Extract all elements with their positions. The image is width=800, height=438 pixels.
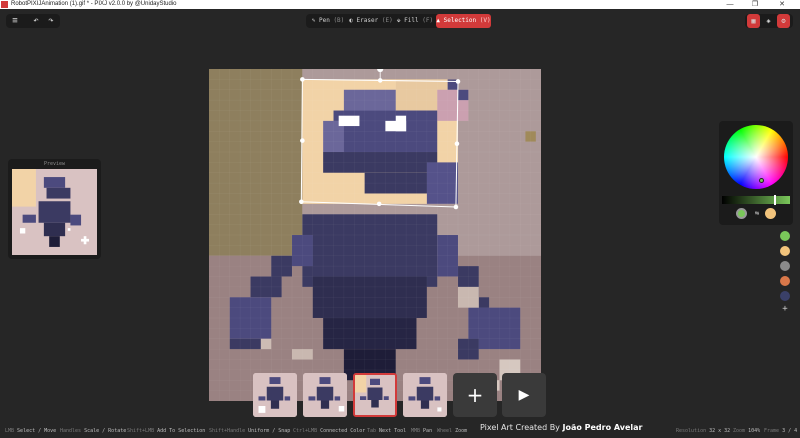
fill-icon: ⬙ bbox=[396, 17, 401, 24]
palette-swatch-gray[interactable] bbox=[780, 261, 790, 271]
frame-thumbnail[interactable] bbox=[403, 373, 447, 417]
play-icon: ▶ bbox=[518, 387, 530, 403]
status-hint: Ctrl+LMB Connected Color bbox=[293, 428, 366, 434]
status-hint: Shift+LMB Add To Selection bbox=[127, 428, 206, 434]
selection-tool-button[interactable]: ▲ Selection (V) bbox=[436, 14, 491, 28]
status-hint: MMB Pan bbox=[411, 428, 433, 434]
preview-label: Preview bbox=[43, 161, 66, 167]
left-toolbar-group: ≡ ↶ ↷ bbox=[6, 14, 60, 28]
add-frame-button[interactable]: + bbox=[453, 373, 497, 417]
menu-icon[interactable]: ≡ bbox=[9, 14, 21, 28]
status-hint: LMB Select / Move bbox=[5, 428, 57, 434]
pen-tool-button[interactable]: ✎ Pen (B) bbox=[310, 14, 346, 28]
status-hint: Wheel Zoom bbox=[437, 428, 468, 434]
play-animation-button[interactable]: ▶ bbox=[502, 373, 546, 417]
frame-thumbnail[interactable] bbox=[303, 373, 347, 417]
minimize-button[interactable]: — bbox=[720, 0, 740, 9]
maximize-button[interactable]: ❐ bbox=[745, 0, 765, 9]
palette-swatch-green[interactable] bbox=[780, 231, 790, 241]
status-hint: Tab Next Tool bbox=[367, 428, 407, 434]
close-button[interactable]: ✕ bbox=[772, 0, 792, 9]
primary-color-swatch[interactable] bbox=[736, 208, 747, 219]
app-icon bbox=[1, 1, 8, 8]
settings-icon[interactable]: ⚙ bbox=[777, 14, 790, 28]
right-toolbar-group: ▦ ◈ ⚙ bbox=[745, 14, 793, 28]
status-hint: Handles Scale / Rotate bbox=[60, 428, 127, 434]
redo-icon[interactable]: ↷ bbox=[45, 14, 57, 28]
frame-thumbnail[interactable] bbox=[253, 373, 297, 417]
pen-icon: ✎ bbox=[311, 17, 316, 24]
undo-icon[interactable]: ↶ bbox=[30, 14, 42, 28]
selection-icon: ▲ bbox=[436, 17, 440, 24]
color-wheel[interactable] bbox=[724, 125, 788, 189]
pixel-canvas[interactable] bbox=[209, 69, 541, 401]
value-slider[interactable] bbox=[722, 196, 790, 204]
preview-image bbox=[12, 169, 97, 255]
frame-readout: Frame 3 / 4 bbox=[764, 428, 798, 434]
eraser-icon: ◐ bbox=[349, 17, 353, 24]
palette-swatch-orange[interactable] bbox=[780, 276, 790, 286]
eraser-tool-button[interactable]: ◐ Eraser (E) bbox=[348, 14, 394, 28]
credit-text: Pixel Art Created By João Pedro Avelar bbox=[480, 423, 643, 432]
window-title: RobotPIXIJAnimation (1).gif * - PIXJ v2.… bbox=[11, 1, 177, 7]
canvas-art[interactable] bbox=[209, 69, 541, 401]
resolution-readout: Resolution 32 x 32 bbox=[676, 428, 731, 434]
palette-swatch-navy[interactable] bbox=[780, 291, 790, 301]
frame-thumbnail-selected[interactable] bbox=[353, 373, 397, 417]
title-bar: RobotPIXIJAnimation (1).gif * - PIXJ v2.… bbox=[0, 0, 800, 9]
tool-group: ✎ Pen (B) ◐ Eraser (E) ⬙ Fill (F) ▲ Sele… bbox=[306, 14, 491, 28]
swap-colors-icon[interactable]: ⇆ bbox=[752, 208, 762, 219]
plus-icon: + bbox=[466, 383, 484, 407]
grid-icon[interactable]: ▦ bbox=[747, 14, 760, 28]
status-hint: Shift+Handle Uniform / Snap bbox=[209, 428, 291, 434]
layers-icon[interactable]: ◈ bbox=[762, 14, 775, 28]
secondary-color-swatch[interactable] bbox=[765, 208, 776, 219]
palette-swatch-yellow[interactable] bbox=[780, 246, 790, 256]
add-palette-color-icon[interactable]: + bbox=[780, 304, 790, 314]
status-bar: LMB Select / Move Handles Scale / Rotate… bbox=[0, 424, 800, 438]
fill-tool-button[interactable]: ⬙ Fill (F) bbox=[396, 14, 434, 28]
color-picker-panel: ⇆ bbox=[719, 121, 793, 225]
zoom-readout: Zoom 104% bbox=[733, 428, 761, 434]
value-slider-handle[interactable] bbox=[774, 195, 776, 205]
toolbar: ≡ ↶ ↷ ✎ Pen (B) ◐ Eraser (E) ⬙ Fill (F) … bbox=[0, 9, 800, 35]
color-wheel-handle[interactable] bbox=[759, 178, 764, 183]
preview-panel: Preview bbox=[8, 159, 101, 259]
